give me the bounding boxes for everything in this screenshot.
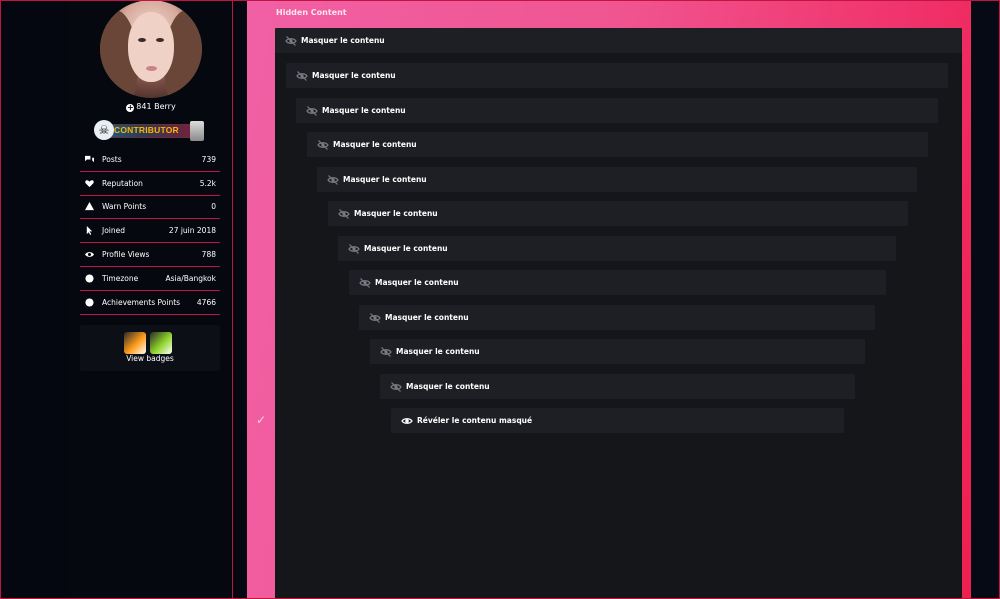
hide-content-label: Masquer le contenu <box>364 244 448 253</box>
stat-value: 5.2k <box>199 178 216 188</box>
badge-green-icon <box>150 332 172 354</box>
stat-joined: Joined 27 juin 2018 <box>80 219 220 244</box>
badge-orange-icon <box>124 332 146 354</box>
comments-icon <box>84 154 94 164</box>
eye-slash-icon <box>390 381 402 392</box>
stat-warn-points: Warn Points 0 <box>80 196 220 220</box>
profile-stats: Posts 739 Reputation 5.2k Warn Points 0 … <box>80 148 220 315</box>
hide-content-label: Masquer le contenu <box>301 36 385 45</box>
eye-slash-icon <box>317 139 329 150</box>
stat-profile-views: Profile Views 788 <box>80 243 220 267</box>
eye-slash-icon <box>369 312 381 323</box>
hide-content-label: Masquer le contenu <box>375 278 459 287</box>
stat-value: Asia/Bangkok <box>165 273 216 283</box>
plus-circle-icon: + <box>126 103 135 112</box>
heart-icon <box>84 178 94 188</box>
berry-balance: +841 Berry <box>69 102 233 112</box>
hide-content-toggle[interactable]: Masquer le contenu <box>359 305 875 330</box>
avatar[interactable] <box>100 0 202 98</box>
contributor-rank-badge: ☠ CONTRIBUTOR <box>94 120 204 142</box>
hidden-content-panel: Hidden Content ✓ Masquer le contenu Masq… <box>247 0 971 599</box>
checkmark-icon: ✓ <box>256 413 267 427</box>
warning-icon <box>84 202 94 212</box>
stat-posts: Posts 739 <box>80 148 220 172</box>
hide-content-label: Masquer le contenu <box>406 382 490 391</box>
hide-content-label: Masquer le contenu <box>312 71 396 80</box>
hidden-content-container: Masquer le contenu Masquer le contenu Ma… <box>275 28 962 599</box>
hide-content-toggle[interactable]: Masquer le contenu <box>338 236 896 261</box>
globe-icon <box>84 273 94 283</box>
stat-value: 4766 <box>196 297 216 307</box>
hide-content-toggle[interactable]: Masquer le contenu <box>380 374 855 399</box>
trophy-icon <box>84 297 94 307</box>
eye-slash-icon <box>338 208 350 219</box>
hide-content-label: Masquer le contenu <box>385 313 469 322</box>
stat-label: Warn Points <box>102 202 147 212</box>
hide-content-label: Masquer le contenu <box>322 106 406 115</box>
stat-timezone: Timezone Asia/Bangkok <box>80 267 220 291</box>
stat-achievements: Achievements Points 4766 <box>80 291 220 315</box>
panel-title: Hidden Content <box>276 8 347 17</box>
stat-label: Timezone <box>102 273 139 283</box>
right-edge-strip <box>971 0 1000 599</box>
hide-content-label: Masquer le contenu <box>333 140 417 149</box>
hide-content-toggle[interactable]: Masquer le contenu <box>370 339 865 364</box>
view-badges-link[interactable]: View badges <box>80 354 220 363</box>
eye-slash-icon <box>296 70 308 81</box>
badges-box[interactable]: View badges <box>80 325 220 371</box>
stat-value: 788 <box>201 250 216 260</box>
stat-label: Reputation <box>102 178 143 188</box>
hide-content-toggle[interactable]: Masquer le contenu <box>328 201 908 226</box>
eye-slash-icon <box>359 277 371 288</box>
profile-sidebar: +841 Berry ☠ CONTRIBUTOR Posts 739 Reput… <box>69 0 233 599</box>
figure-icon <box>190 121 204 141</box>
hide-content-toggle[interactable]: Masquer le contenu <box>296 98 938 123</box>
eye-slash-icon <box>348 243 360 254</box>
stat-label: Profile Views <box>102 250 150 260</box>
eye-icon <box>84 250 94 260</box>
stat-value: 739 <box>201 154 216 164</box>
rank-badge-label: CONTRIBUTOR <box>114 125 179 135</box>
eye-icon <box>401 416 413 426</box>
hide-content-label: Masquer le contenu <box>343 175 427 184</box>
stat-label: Achievements Points <box>102 297 181 307</box>
reveal-content-label: Révéler le contenu masqué <box>417 416 533 425</box>
hide-content-toggle[interactable]: Masquer le contenu <box>307 132 928 157</box>
eye-slash-icon <box>380 346 392 357</box>
eye-slash-icon <box>306 105 318 116</box>
stat-label: Joined <box>102 226 126 236</box>
stat-value: 27 juin 2018 <box>168 226 216 236</box>
hide-content-toggle[interactable]: Masquer le contenu <box>286 63 948 88</box>
hide-content-toggle[interactable]: Masquer le contenu <box>349 270 886 295</box>
eye-slash-icon <box>285 35 297 46</box>
eye-slash-icon <box>327 174 339 185</box>
reveal-content-toggle[interactable]: Révéler le contenu masqué <box>391 408 844 433</box>
stat-reputation: Reputation 5.2k <box>80 172 220 196</box>
hide-content-label: Masquer le contenu <box>396 347 480 356</box>
hide-content-label: Masquer le contenu <box>354 209 438 218</box>
cursor-icon <box>84 226 94 236</box>
stat-value: 0 <box>211 202 216 212</box>
skull-icon: ☠ <box>94 120 114 140</box>
berry-text: 841 Berry <box>136 102 176 111</box>
hide-content-toggle[interactable]: Masquer le contenu <box>317 167 917 192</box>
stat-label: Posts <box>102 154 122 164</box>
hide-content-toggle[interactable]: Masquer le contenu <box>275 28 962 53</box>
